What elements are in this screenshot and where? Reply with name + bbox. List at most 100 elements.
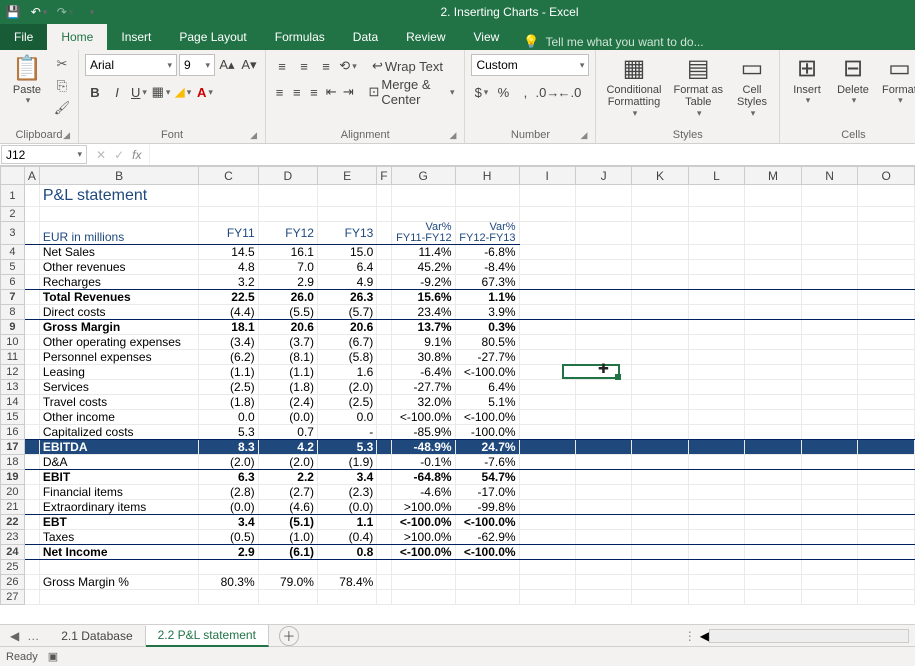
cancel-formula-icon[interactable]: ✕ xyxy=(96,148,106,162)
cell-O25[interactable] xyxy=(858,560,915,575)
row-header-25[interactable]: 25 xyxy=(1,560,25,575)
tab-data[interactable]: Data xyxy=(339,24,392,50)
cell-E25[interactable] xyxy=(317,560,376,575)
report-title[interactable]: P&L statement xyxy=(39,185,198,207)
save-icon[interactable]: 💾 xyxy=(0,0,26,24)
cell-N27[interactable] xyxy=(801,590,858,605)
tab-formulas[interactable]: Formulas xyxy=(261,24,339,50)
sheet-tab-database[interactable]: 2.1 Database xyxy=(49,626,145,646)
cell-D27[interactable] xyxy=(258,590,317,605)
cell-L27[interactable] xyxy=(688,590,744,605)
cell-B27[interactable] xyxy=(39,590,198,605)
row-label[interactable]: Gross Margin % xyxy=(39,575,198,590)
italic-button[interactable]: I xyxy=(107,82,127,102)
col-header-C[interactable]: C xyxy=(199,167,258,185)
cell-H25[interactable] xyxy=(455,560,519,575)
number-format-select[interactable]: Custom▾ xyxy=(471,54,589,76)
format-cells-button[interactable]: ▭ Format▾ xyxy=(878,54,915,108)
row-label[interactable]: Gross Margin xyxy=(39,320,198,335)
macro-record-icon[interactable]: ▣ xyxy=(48,650,58,663)
cell-F2[interactable] xyxy=(377,207,391,222)
row-label[interactable]: Capitalized costs xyxy=(39,425,198,440)
font-name-select[interactable]: Arial▾ xyxy=(85,54,177,76)
number-launcher-icon[interactable]: ◢ xyxy=(581,130,588,141)
unit-label[interactable]: EUR in millions xyxy=(39,222,198,245)
align-center-icon[interactable]: ≡ xyxy=(289,82,304,102)
row-label[interactable]: Leasing xyxy=(39,365,198,380)
hscroll-track[interactable] xyxy=(709,629,909,643)
row-label[interactable]: Other revenues xyxy=(39,260,198,275)
cell-C25[interactable] xyxy=(199,560,258,575)
cut-icon[interactable]: ✂ xyxy=(52,54,72,74)
conditional-formatting-button[interactable]: ▦ Conditional Formatting▾ xyxy=(602,54,665,120)
row-label[interactable]: EBITDA xyxy=(39,440,198,455)
font-launcher-icon[interactable]: ◢ xyxy=(250,130,257,141)
cell-C2[interactable] xyxy=(199,207,258,222)
col-header-N[interactable]: N xyxy=(801,167,858,185)
hscroll-splitter[interactable]: ⋮ xyxy=(684,629,696,643)
sheet-tab-pl-statement[interactable]: 2.2 P&L statement xyxy=(146,625,269,647)
cell-A2[interactable] xyxy=(24,207,39,222)
tab-file[interactable]: File xyxy=(0,24,47,50)
comma-format-icon[interactable]: , xyxy=(515,82,535,102)
tab-view[interactable]: View xyxy=(460,24,514,50)
sheet-nav-more-icon[interactable]: … xyxy=(23,629,43,643)
cell-J25[interactable] xyxy=(575,560,631,575)
row-header-1[interactable]: 1 xyxy=(1,185,25,207)
row-label[interactable]: Direct costs xyxy=(39,305,198,320)
row-label[interactable]: Financial items xyxy=(39,485,198,500)
bold-button[interactable]: B xyxy=(85,82,105,102)
add-sheet-button[interactable]: ＋ xyxy=(279,626,299,646)
align-middle-icon[interactable]: ≡ xyxy=(294,56,314,76)
cell-B25[interactable] xyxy=(39,560,198,575)
cell-I25[interactable] xyxy=(519,560,575,575)
underline-button[interactable]: U▾ xyxy=(129,82,149,102)
align-left-icon[interactable]: ≡ xyxy=(272,82,287,102)
hscroll-left-icon[interactable]: ◀ xyxy=(700,629,709,643)
align-top-icon[interactable]: ≡ xyxy=(272,56,292,76)
col-header-B[interactable]: B xyxy=(39,167,198,185)
alignment-launcher-icon[interactable]: ◢ xyxy=(450,130,457,141)
tab-review[interactable]: Review xyxy=(392,24,459,50)
cell-K27[interactable] xyxy=(632,590,689,605)
cell-A25[interactable] xyxy=(24,560,39,575)
redo-icon[interactable]: ↷▾ xyxy=(52,0,78,24)
row-label[interactable]: Travel costs xyxy=(39,395,198,410)
cell-M27[interactable] xyxy=(745,590,802,605)
sheet-nav-prev-icon[interactable]: ◀ xyxy=(6,629,23,643)
increase-decimal-icon[interactable]: .0→ xyxy=(537,82,557,102)
insert-cells-button[interactable]: ⊞ Insert▾ xyxy=(786,54,828,108)
row-label[interactable]: EBT xyxy=(39,515,198,530)
merge-center-button[interactable]: ⊡Merge & Center▾ xyxy=(365,82,459,102)
col-header-O[interactable]: O xyxy=(858,167,915,185)
cell-L2[interactable] xyxy=(688,207,744,222)
cell-K2[interactable] xyxy=(632,207,689,222)
row-header-27[interactable]: 27 xyxy=(1,590,25,605)
copy-icon[interactable]: ⎘ xyxy=(52,76,72,96)
cell-F27[interactable] xyxy=(377,590,391,605)
delete-cells-button[interactable]: ⊟ Delete▾ xyxy=(832,54,874,108)
fx-icon[interactable]: fx xyxy=(132,148,141,162)
tab-home[interactable]: Home xyxy=(47,24,107,50)
cell-G2[interactable] xyxy=(391,207,455,222)
cell-H27[interactable] xyxy=(455,590,519,605)
row-label[interactable]: Total Revenues xyxy=(39,290,198,305)
col-header-L[interactable]: L xyxy=(688,167,744,185)
orientation-icon[interactable]: ⟲▾ xyxy=(338,56,358,76)
cell-D25[interactable] xyxy=(258,560,317,575)
col-header-J[interactable]: J xyxy=(575,167,631,185)
paste-button[interactable]: 📋 Paste ▾ xyxy=(6,54,48,108)
font-color-icon[interactable]: A▾ xyxy=(195,82,215,102)
cell-N2[interactable] xyxy=(801,207,858,222)
col-header-F[interactable]: F xyxy=(377,167,391,185)
col-header-K[interactable]: K xyxy=(632,167,689,185)
row-label[interactable]: Recharges xyxy=(39,275,198,290)
select-all-cell[interactable] xyxy=(1,167,25,185)
cell-E2[interactable] xyxy=(317,207,376,222)
cell-M2[interactable] xyxy=(745,207,802,222)
cell-J27[interactable] xyxy=(575,590,631,605)
col-header-G[interactable]: G xyxy=(391,167,455,185)
decrease-decimal-icon[interactable]: ←.0 xyxy=(559,82,579,102)
clipboard-launcher-icon[interactable]: ◢ xyxy=(63,130,70,141)
borders-icon[interactable]: ▦▾ xyxy=(151,82,171,102)
